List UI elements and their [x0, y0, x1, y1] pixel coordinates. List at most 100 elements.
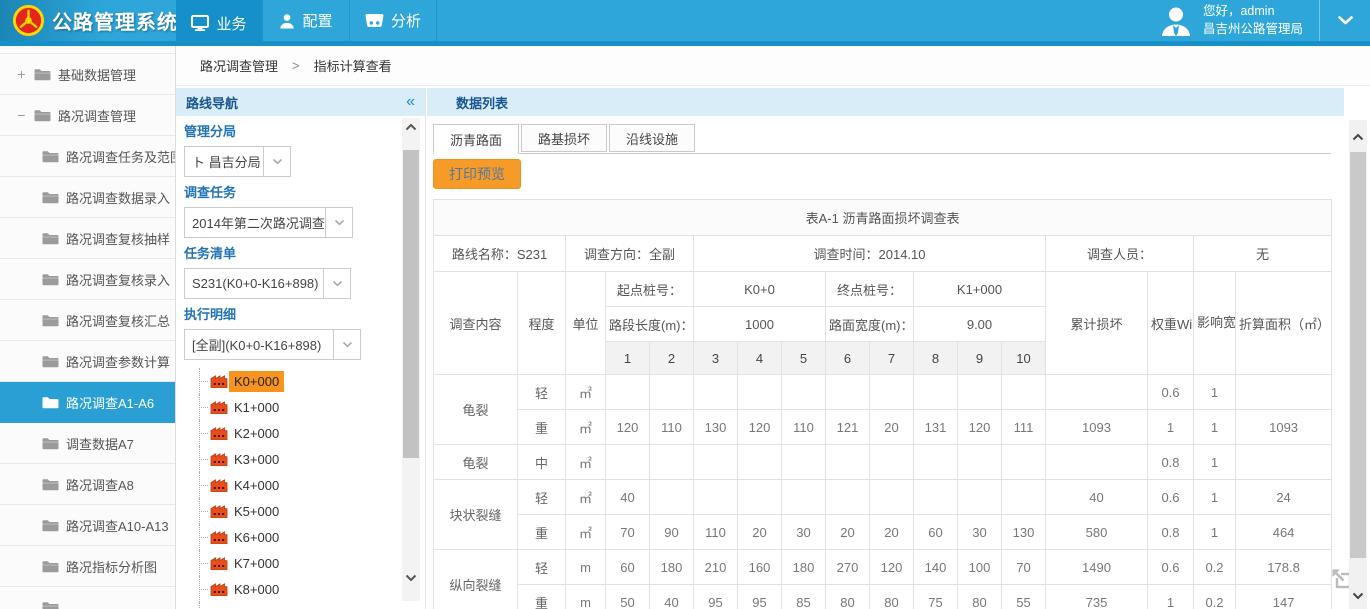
expander-icon[interactable]: − [16, 107, 27, 123]
sidebar-item-survey-review-summary[interactable]: 路况调查复核汇总 [0, 300, 175, 341]
chevron-down-icon[interactable] [326, 207, 353, 238]
section-value-cell: 80 [870, 585, 914, 609]
folder-icon [42, 478, 59, 491]
section-value-cell [650, 375, 694, 410]
sidebar-item-label: 路况调查参数计算 [66, 352, 170, 371]
tree-item-label: K2+000 [229, 423, 284, 444]
section-col-4: 4 [738, 342, 782, 375]
col-header-weight: 权重Wi [1148, 272, 1194, 375]
tab-roadbed-damage[interactable]: 路基损坏 [521, 124, 607, 152]
breadcrumb-item-parent[interactable]: 路况调查管理 [200, 56, 278, 75]
bureau-section-label: 管理分局 [184, 124, 417, 140]
tree-item-K7+000[interactable]: K7+000 [194, 550, 417, 576]
milepost-tree: K0+000K1+000 K2+000 K3+000K4+000K5+000 K6+0… [184, 368, 417, 609]
user-info[interactable]: 您好，admin 昌吉州公路管理局 [1142, 0, 1319, 41]
user-menu-toggle[interactable] [1319, 0, 1370, 41]
sidebar: +基础数据管理−路况调查管理路况调查任务及范围路况调查数据录入路况调查复核抽样路… [0, 46, 176, 609]
sidebar-item-indicator-analysis-chart[interactable]: 路况指标分析图 [0, 546, 175, 587]
section-value-cell: 110 [650, 410, 694, 445]
monitor-icon [191, 15, 209, 31]
tree-item-K1+000[interactable]: K1+000 [194, 394, 417, 420]
nav-label: 分析 [391, 10, 421, 31]
chevron-down-icon[interactable] [264, 146, 291, 177]
tree-item-K4+000[interactable]: K4+000 [194, 472, 417, 498]
section-col-8: 8 [914, 342, 958, 375]
tab-roadside-facilities[interactable]: 沿线设施 [609, 124, 695, 152]
route-nav-title: 路线导航 [186, 93, 238, 112]
tree-item-K8+000[interactable]: K8+000 [194, 576, 417, 602]
content-scrollbar[interactable] [1349, 120, 1367, 609]
scroll-down-icon[interactable] [402, 569, 420, 587]
weight-cell: 0.8 [1148, 445, 1194, 480]
tree-item-label: K9+000 [229, 605, 284, 609]
tree-item-K3+000[interactable]: K3+000 [194, 446, 417, 472]
tree-item-label: K6+000 [229, 527, 284, 548]
scroll-down-icon[interactable] [1349, 587, 1367, 605]
sidebar-item-survey-a10-a13[interactable]: 路况调查A10-A13 [0, 505, 175, 546]
tree-item-K6+000[interactable]: K6+000 [194, 524, 417, 550]
folder-icon [42, 232, 59, 245]
sidebar-item-survey-data-entry[interactable]: 路况调查数据录入 [0, 177, 175, 218]
section-value-cell: 60 [606, 550, 650, 585]
tasklist-select[interactable]: S231(K0+0-K16+898) [184, 268, 417, 299]
sidebar-item-survey-data-a7[interactable]: 调查数据A7 [0, 423, 175, 464]
tab-asphalt-pavement[interactable]: 沥青路面 [433, 124, 519, 154]
section-value-cell [738, 375, 782, 410]
folder-icon [42, 560, 59, 573]
bureau-select[interactable]: ト 昌吉分局 [184, 146, 417, 177]
print-preview-button[interactable]: 打印预览 [433, 159, 521, 189]
degree-cell: 重 [518, 585, 566, 609]
scrollbar-thumb[interactable] [1350, 152, 1366, 558]
converted-area-cell: 147 [1236, 585, 1332, 609]
sidebar-item-survey-a8[interactable]: 路况调查A8 [0, 464, 175, 505]
app-title: 公路管理系统 [52, 6, 178, 35]
tree-item-K0+000[interactable]: K0+000 [194, 368, 417, 394]
section-value-cell: 75 [914, 585, 958, 609]
tree-item-K5+000[interactable]: K5+000 [194, 498, 417, 524]
section-value-cell [782, 375, 826, 410]
sidebar-item-survey-parameter-calc[interactable]: 路况调查参数计算 [0, 341, 175, 382]
section-value-cell: 140 [914, 550, 958, 585]
sidebar-item-survey-task-and-scope[interactable]: 路况调查任务及范围 [0, 136, 175, 177]
scrollbar-thumb[interactable] [403, 150, 419, 458]
section-value-cell: 120 [958, 410, 1002, 445]
factory-icon [210, 504, 228, 518]
chevron-down-icon[interactable] [324, 268, 351, 299]
expander-icon[interactable]: + [16, 66, 27, 82]
tree-item-label: K3+000 [229, 449, 284, 470]
task-select[interactable]: 2014年第二次路况调查 [184, 207, 417, 238]
section-value-cell: 20 [738, 515, 782, 550]
sidebar-item-partial-bottom-item[interactable] [0, 587, 175, 609]
table-row: 重m5040959585808075805573510.2147 [434, 585, 1332, 609]
collapse-panel-icon[interactable]: « [406, 93, 415, 111]
tree-item-K2+000[interactable]: K2+000 [194, 420, 417, 446]
tree-item-K9+000[interactable]: K9+000 [194, 602, 417, 609]
section-value-cell [1002, 480, 1046, 515]
sidebar-item-survey-review-entry[interactable]: 路况调查复核录入 [0, 259, 175, 300]
cumulative-cell: 1093 [1046, 410, 1148, 445]
scroll-up-icon[interactable] [1349, 128, 1367, 146]
route-nav-scrollbar[interactable] [402, 118, 420, 601]
detail-select[interactable]: [全副](K0+0-K16+898) [184, 329, 417, 360]
segment-length-value: 1000 [694, 307, 826, 342]
nav-analysis[interactable]: 分析 [349, 0, 437, 41]
sidebar-item-survey-a1-a6[interactable]: 路况调查A1-A6 [0, 382, 175, 423]
section-value-cell: 80 [958, 585, 1002, 609]
sidebar-item-basic-data-management[interactable]: + 基础数据管理 [0, 54, 175, 95]
sidebar-item-survey-review-sampling[interactable]: 路况调查复核抽样 [0, 218, 175, 259]
sidebar-item-road-survey-management[interactable]: −路况调查管理 [0, 95, 175, 136]
cumulative-cell [1046, 445, 1148, 480]
scroll-up-icon[interactable] [402, 118, 420, 136]
section-col-9: 9 [958, 342, 1002, 375]
chevron-down-icon[interactable] [334, 329, 361, 360]
damage-type-cell: 块状裂缝 [434, 480, 518, 550]
section-value-cell [606, 445, 650, 480]
impact-width-cell: 1 [1194, 445, 1236, 480]
nav-config[interactable]: 配置 [262, 0, 349, 41]
table-container: 表A-1 沥青路面损坏调查表 路线名称：S231 调查方向：全副 调查时间：20… [433, 199, 1333, 609]
data-list-header: 数据列表 [427, 88, 1344, 116]
route-nav-body: 管理分局ト 昌吉分局调查任务2014年第二次路况调查任务清单S231(K0+0-… [176, 116, 425, 609]
user-section: 您好，admin 昌吉州公路管理局 [1142, 0, 1370, 41]
sidebar-item-label: 基础数据管理 [58, 65, 136, 84]
nav-business[interactable]: 业务 [176, 0, 262, 46]
